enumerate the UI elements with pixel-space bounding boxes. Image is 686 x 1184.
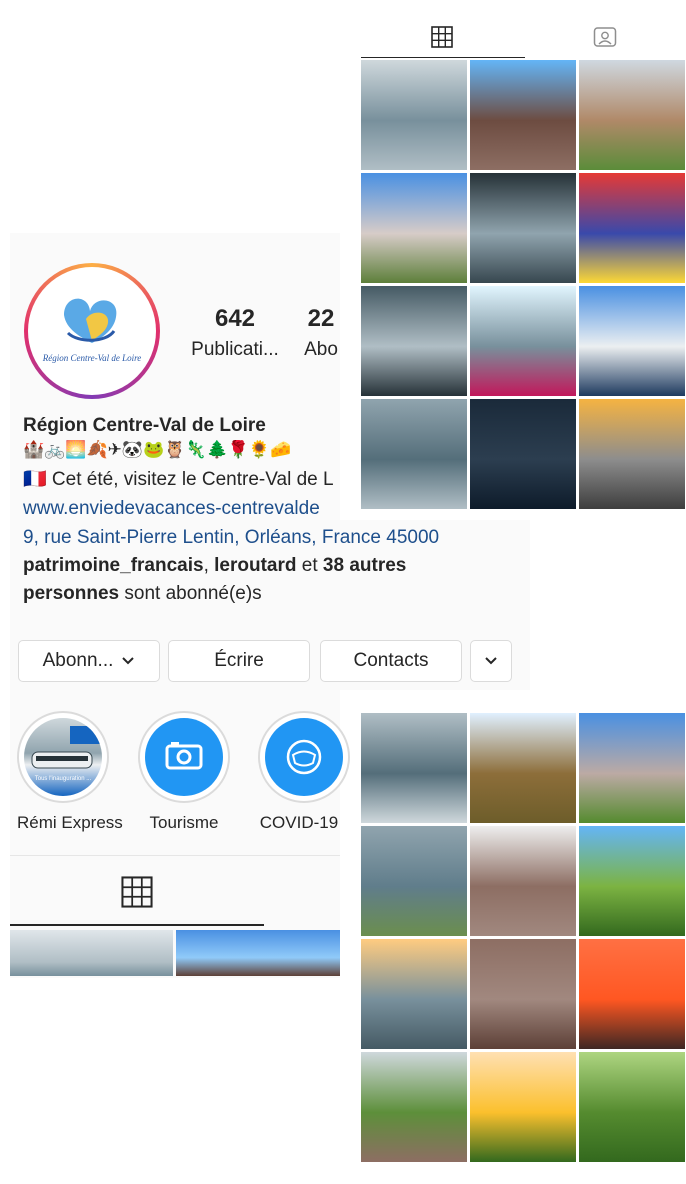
follower-name-1: patrimoine_francais	[23, 555, 204, 576]
bio-text: 🇫🇷 Cet été, visitez le Centre-Val de L	[23, 469, 334, 490]
river-boats-photo[interactable]	[361, 826, 467, 936]
followers-count-value: 22	[307, 305, 335, 332]
ornate-facade-photo[interactable]	[470, 173, 576, 283]
bottom-photo-grid-panel	[361, 712, 686, 1184]
highlight-cover	[145, 718, 223, 796]
camera-icon	[165, 742, 203, 770]
sunset-river-photo[interactable]	[579, 939, 685, 1049]
contacts-button[interactable]: Contacts	[320, 640, 462, 682]
address-link[interactable]: 9, rue Saint-Pierre Lentin, Orléans, Fra…	[23, 527, 439, 549]
highlight-ring	[138, 711, 230, 803]
region-logo-icon	[64, 298, 117, 343]
followed-sep: ,	[203, 555, 215, 576]
forest-pond-photo[interactable]	[579, 1052, 685, 1162]
tab-profile-grid[interactable]	[10, 860, 264, 924]
highlight-covid[interactable]: COVID-19	[258, 711, 350, 833]
highlight-remi-express[interactable]: Tous l'inauguration ... Rémi Express	[17, 711, 123, 833]
white-tower-photo[interactable]	[361, 173, 467, 283]
cathedral-city-photo[interactable]	[361, 939, 467, 1049]
followed-tail: sont abonné(e)s	[119, 583, 262, 604]
logo-text: Région Centre-Val de Loire	[42, 353, 142, 363]
chateau-garden-photo[interactable]	[579, 713, 685, 823]
train-photo[interactable]	[361, 60, 467, 170]
old-houses-photo[interactable]	[470, 826, 576, 936]
mask-icon	[286, 739, 322, 775]
chateau-reflection-photo[interactable]	[579, 286, 685, 396]
sunset-birds-photo[interactable]	[579, 399, 685, 509]
glass-roof-photo[interactable]	[361, 286, 467, 396]
active-tab-indicator	[10, 924, 264, 926]
river-boat-photo[interactable]	[361, 399, 467, 509]
highlight-ring	[258, 711, 350, 803]
divider	[10, 855, 340, 856]
avatar[interactable]: Région Centre-Val de Loire	[24, 263, 160, 399]
followed-others-2: personnes	[23, 583, 120, 604]
highlight-badge-text: Tous l'inauguration ...	[34, 776, 92, 782]
street-art-photo[interactable]	[579, 173, 685, 283]
top-photo-grid-panel	[361, 15, 686, 509]
garden-church-photo[interactable]	[579, 826, 685, 936]
followed-others: 38 autres	[322, 555, 407, 576]
profile-name: Région Centre-Val de Loire	[23, 415, 266, 436]
website-link[interactable]: www.enviedevacances-centrevalde	[23, 498, 340, 520]
town-aerial-photo[interactable]	[470, 939, 576, 1049]
train-icon	[31, 726, 100, 769]
message-button[interactable]: Écrire	[168, 640, 310, 682]
logo: Région Centre-Val de Loire	[28, 267, 156, 395]
photo-grid	[361, 713, 686, 1162]
highlight-label: Tourisme	[149, 813, 219, 832]
followed-by-line-2[interactable]: personnes sont abonné(e)s	[23, 583, 262, 605]
follower-name-2: leroutard	[214, 555, 297, 576]
chateau-flowers-photo[interactable]	[470, 286, 576, 396]
tab-tagged[interactable]	[524, 15, 686, 59]
highlight-cover: Tous l'inauguration ...	[24, 718, 102, 796]
boat-mast-photo[interactable]	[470, 60, 576, 170]
followed-by-line-1[interactable]: patrimoine_francais, leroutard et 38 aut…	[23, 555, 406, 577]
preview-photo-train[interactable]	[10, 930, 173, 976]
balloon-sunflowers-photo[interactable]	[470, 1052, 576, 1162]
posts-count-label: Publicati...	[191, 339, 279, 360]
preview-photo-boat[interactable]	[176, 930, 340, 976]
followed-mid: et	[296, 555, 323, 576]
posts-count[interactable]: 642 Publicati...	[190, 305, 280, 361]
posts-count-value: 642	[214, 305, 256, 332]
highlight-cover	[265, 718, 343, 796]
followers-count-label: Abo	[304, 339, 338, 360]
followers-count[interactable]: 22 Abo	[302, 305, 340, 361]
highlight-label: Rémi Express	[17, 813, 123, 832]
photo-grid	[361, 60, 686, 509]
bio-emoji-line: 🏰🚲🌅🍂✈🐼🐸🦉🦎🌲🌹🌻🧀	[23, 440, 292, 459]
following-button[interactable]: Abonn...	[18, 640, 160, 682]
chevron-down-icon	[485, 657, 497, 665]
highlight-tourisme[interactable]: Tourisme	[138, 711, 230, 833]
following-button-label: Abonn...	[42, 650, 114, 671]
grid-icon	[431, 26, 454, 48]
tagged-icon	[593, 27, 616, 47]
castle-tower-photo[interactable]	[579, 60, 685, 170]
tab-posts-grid[interactable]	[361, 15, 524, 59]
starry-sky-photo[interactable]	[470, 399, 576, 509]
suggested-accounts-button[interactable]	[470, 640, 512, 682]
highlight-label: COVID-19	[259, 813, 339, 832]
grid-icon	[121, 876, 153, 908]
sunflower-field-photo[interactable]	[470, 713, 576, 823]
chevron-down-icon	[122, 657, 135, 665]
active-tab-indicator	[361, 57, 525, 58]
profile-tab-bar	[361, 15, 686, 59]
village-bridge-photo[interactable]	[361, 1052, 467, 1162]
reflection-facade-photo[interactable]	[361, 713, 467, 823]
highlight-ring: Tous l'inauguration ...	[17, 711, 109, 803]
